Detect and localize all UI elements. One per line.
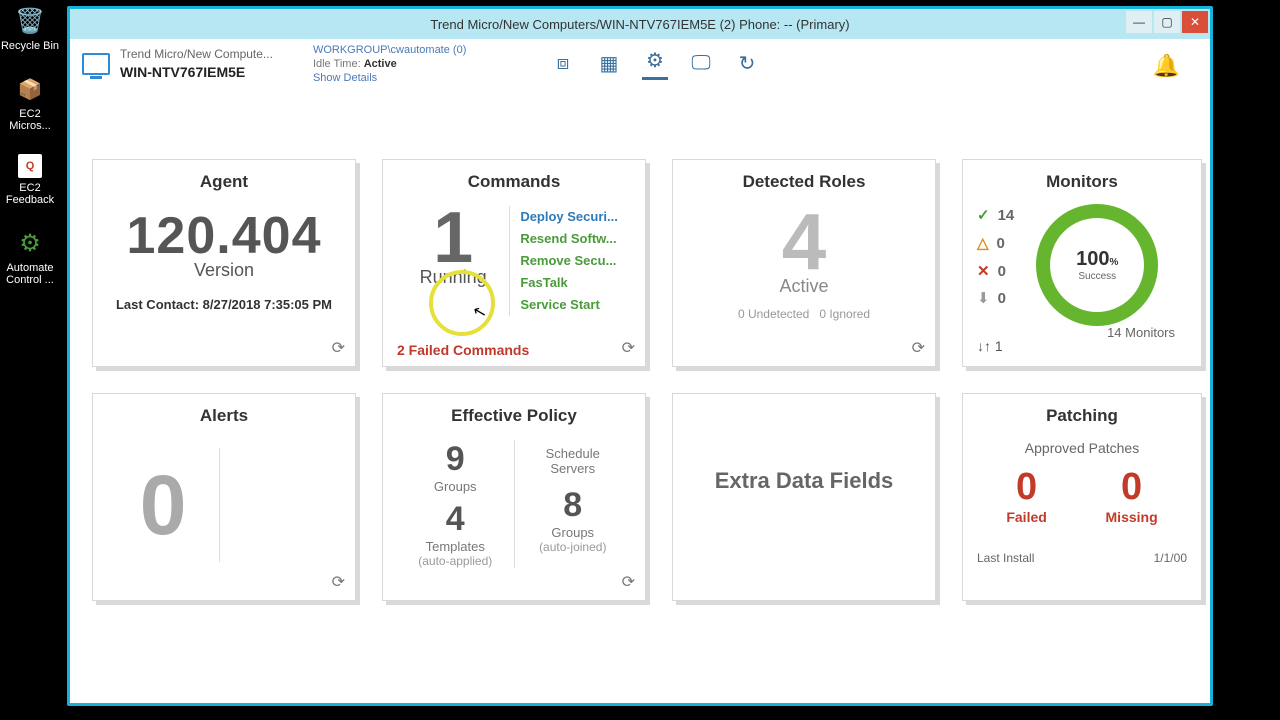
last-install-value: 1/1/00 xyxy=(1154,551,1187,565)
alerts-count: 0 xyxy=(107,440,219,570)
app-window: Trend Micro/New Computers/WIN-NTV767IEM5… xyxy=(67,6,1213,706)
close-button[interactable]: ✕ xyxy=(1182,11,1208,33)
grid-icon[interactable]: ▦ xyxy=(596,51,622,77)
card-title: Alerts xyxy=(107,406,341,426)
error-icon: ✕ xyxy=(977,258,990,286)
minimize-button[interactable]: — xyxy=(1126,11,1152,33)
refresh-icon[interactable]: ⟳ xyxy=(622,338,635,358)
desktop-icon-ec2-feedback[interactable]: Q EC2 Feedback xyxy=(0,154,60,206)
card-commands[interactable]: Commands 1 Running ↖ Deploy Securi... Re… xyxy=(382,159,646,367)
desktop-icon-ec2-micros[interactable]: 📦 EC2 Micros... xyxy=(0,74,60,132)
package-icon: 📦 xyxy=(15,74,45,104)
card-title: Commands xyxy=(397,172,631,192)
extra-data-label: Extra Data Fields xyxy=(687,406,921,556)
card-title: Agent xyxy=(107,172,341,192)
header: Trend Micro/New Compute... WIN-NTV767IEM… xyxy=(70,39,1210,90)
sort-icon[interactable]: ↓↑ 1 xyxy=(977,338,1003,354)
card-title: Monitors xyxy=(977,172,1187,192)
card-alerts[interactable]: Alerts 0 ⟳ xyxy=(92,393,356,601)
hostname: WIN-NTV767IEM5E xyxy=(120,63,273,81)
command-item[interactable]: Deploy Securi... xyxy=(520,206,631,228)
agent-last-contact: Last Contact: 8/27/2018 7:35:05 PM xyxy=(107,297,341,312)
workgroup-label: WORKGROUP\cwautomate (0) xyxy=(313,43,466,57)
gear-icon: ⚙ xyxy=(15,228,45,258)
card-detected-roles[interactable]: Detected Roles 4 Active 0 Undetected 0 I… xyxy=(672,159,936,367)
settings-gear-icon[interactable]: ⚙ xyxy=(642,47,668,80)
refresh-icon[interactable]: ⟳ xyxy=(912,338,925,358)
warn-icon: △ xyxy=(977,230,989,258)
window-title: Trend Micro/New Computers/WIN-NTV767IEM5… xyxy=(430,17,849,32)
patching-failed-count: 0 xyxy=(1006,466,1046,509)
computer-icon xyxy=(82,53,110,75)
command-item[interactable]: Resend Softw... xyxy=(520,228,631,250)
patching-missing-count: 0 xyxy=(1106,466,1158,509)
card-title: Detected Roles xyxy=(687,172,921,192)
card-agent[interactable]: Agent 120.404 Version Last Contact: 8/27… xyxy=(92,159,356,367)
last-install-label: Last Install xyxy=(977,551,1034,565)
agent-version: 120.404 xyxy=(107,206,341,266)
commands-running-count: 1 xyxy=(397,206,509,271)
roles-count: 4 xyxy=(687,206,921,278)
card-title: Effective Policy xyxy=(397,406,631,426)
feedback-icon: Q xyxy=(18,154,42,178)
card-patching[interactable]: Patching Approved Patches 0 Failed 0 Mis… xyxy=(962,393,1202,601)
command-item[interactable]: Service Start xyxy=(520,294,631,316)
toolbar: ⧈ ▦ ⚙ 🖵 ↻ xyxy=(550,47,760,80)
monitor-icon[interactable]: 🖵 xyxy=(688,51,714,77)
qr-icon[interactable]: ⧈ xyxy=(550,51,576,77)
maximize-button[interactable]: ▢ xyxy=(1154,11,1180,33)
monitors-donut: 100% Success xyxy=(1036,204,1158,326)
refresh-icon[interactable]: ⟳ xyxy=(332,338,345,358)
check-icon: ✓ xyxy=(977,202,990,230)
titlebar[interactable]: Trend Micro/New Computers/WIN-NTV767IEM5… xyxy=(70,9,1210,39)
refresh-icon[interactable]: ⟳ xyxy=(622,572,635,592)
breadcrumb[interactable]: Trend Micro/New Compute... xyxy=(120,47,273,63)
card-monitors[interactable]: Monitors ✓14 △0 ✕0 ⬇0 100% Success 14 Mo… xyxy=(962,159,1202,367)
card-title: Patching xyxy=(977,406,1187,426)
refresh-icon[interactable]: ⟳ xyxy=(332,572,345,592)
monitors-footer: 14 Monitors xyxy=(1107,325,1175,340)
redo-icon[interactable]: ↻ xyxy=(734,51,760,77)
commands-list: Deploy Securi... Resend Softw... Remove … xyxy=(509,206,631,316)
desktop-icon-recycle[interactable]: 🗑️ Recycle Bin xyxy=(0,6,60,52)
card-extra-data[interactable]: Extra Data Fields xyxy=(672,393,936,601)
desktop-icon-automate[interactable]: ⚙ Automate Control ... xyxy=(0,228,60,286)
command-item[interactable]: FasTalk xyxy=(520,272,631,294)
down-icon: ⬇ xyxy=(977,285,990,313)
command-item[interactable]: Remove Secu... xyxy=(520,250,631,272)
card-effective-policy[interactable]: Effective Policy 9 Groups 4 Templates (a… xyxy=(382,393,646,601)
highlight-ring xyxy=(429,270,495,336)
trash-icon: 🗑️ xyxy=(15,6,45,36)
bell-icon[interactable]: 🔔 xyxy=(1153,53,1180,79)
commands-failed[interactable]: 2 Failed Commands xyxy=(397,342,529,358)
show-details-link[interactable]: Show Details xyxy=(313,72,377,84)
